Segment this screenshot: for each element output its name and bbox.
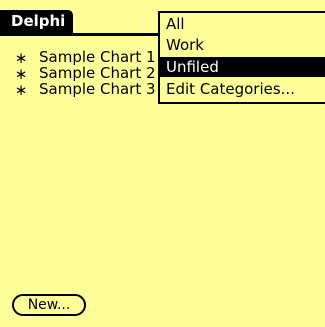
menu-item-work[interactable]: Work (160, 35, 325, 55)
app-screen: Delphi ∗ Sample Chart 1 ∗ Sample Chart 2… (0, 0, 325, 327)
category-dropdown-menu: All Work Unfiled Edit Categories... (158, 11, 325, 104)
bullet-icon: ∗ (14, 81, 28, 99)
record-label: Sample Chart 3 (39, 80, 156, 98)
menu-item-edit-categories[interactable]: Edit Categories... (160, 79, 325, 99)
new-button[interactable]: New... (12, 294, 86, 316)
app-title: Delphi (0, 10, 74, 33)
menu-item-all[interactable]: All (160, 14, 325, 34)
menu-item-unfiled[interactable]: Unfiled (160, 57, 325, 77)
